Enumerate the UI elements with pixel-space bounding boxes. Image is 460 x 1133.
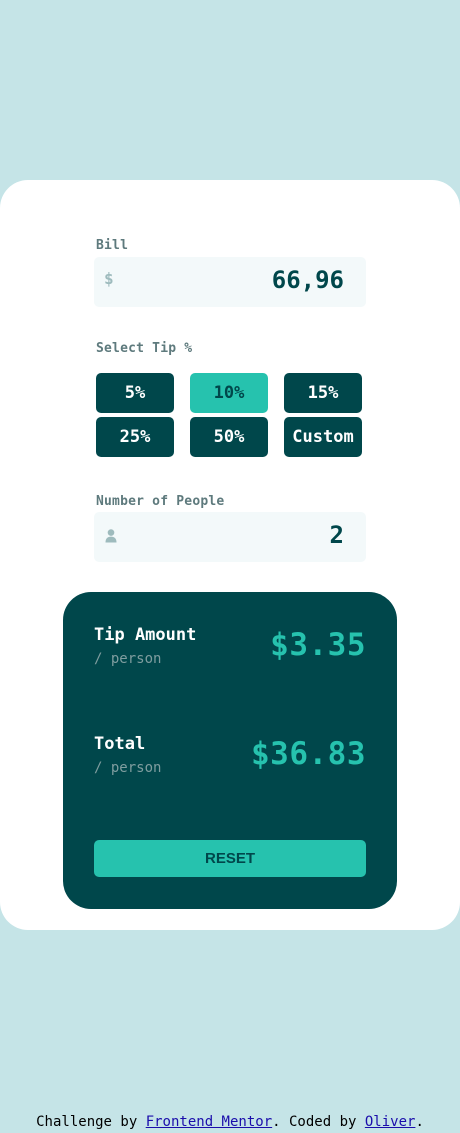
person-icon <box>105 528 117 547</box>
people-label: Number of People <box>96 494 225 509</box>
attribution-suffix: . <box>415 1114 424 1130</box>
tip-amount-value: $3.35 <box>270 627 366 663</box>
summary-panel: Tip Amount / person $3.35 Total / person… <box>63 592 397 909</box>
dollar-icon: $ <box>104 269 114 288</box>
select-tip-label: Select Tip % <box>96 341 193 356</box>
attribution-middle: . Coded by <box>272 1114 365 1130</box>
tip-button-25[interactable]: 25% <box>96 417 174 457</box>
author-link[interactable]: Oliver <box>365 1114 416 1130</box>
attribution: Challenge by Frontend Mentor. Coded by O… <box>0 1114 460 1130</box>
tip-button-5[interactable]: 5% <box>96 373 174 413</box>
attribution-prefix: Challenge by <box>36 1114 146 1130</box>
people-input[interactable]: 2 <box>94 512 366 562</box>
reset-button[interactable]: RESET <box>94 840 366 877</box>
frontend-mentor-link[interactable]: Frontend Mentor <box>146 1114 272 1130</box>
people-value: 2 <box>329 521 344 549</box>
tip-button-50[interactable]: 50% <box>190 417 268 457</box>
tip-amount-title: Tip Amount <box>94 625 197 645</box>
tip-button-10[interactable]: 10% <box>190 373 268 413</box>
tip-amount-per-person: / person <box>94 651 162 667</box>
total-title: Total <box>94 734 146 754</box>
tip-custom-button[interactable]: Custom <box>284 417 362 457</box>
total-per-person: / person <box>94 760 162 776</box>
bill-input[interactable]: $ 66,96 <box>94 257 366 307</box>
total-value: $36.83 <box>251 736 366 772</box>
bill-value: 66,96 <box>271 266 344 294</box>
tip-button-15[interactable]: 15% <box>284 373 362 413</box>
bill-label: Bill <box>96 238 129 253</box>
